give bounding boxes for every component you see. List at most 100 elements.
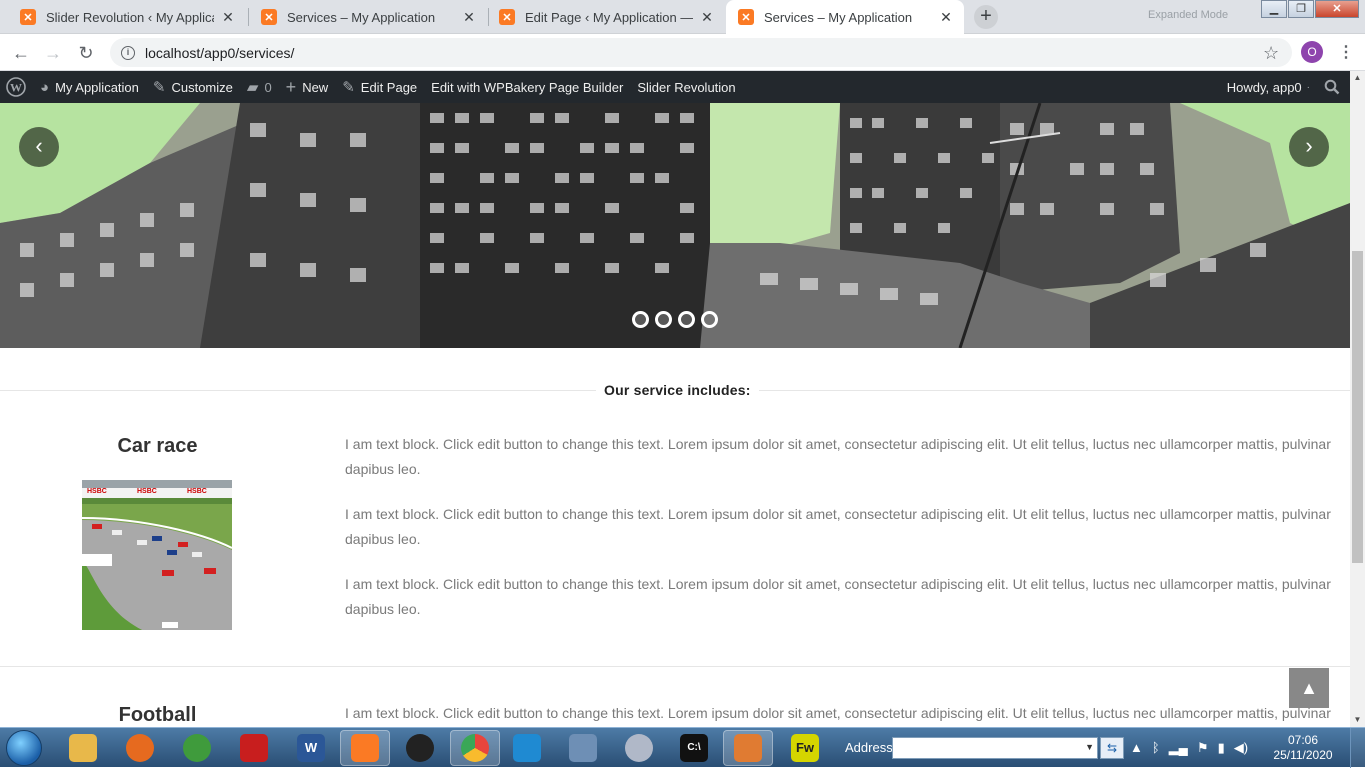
service-paragraph: I am text block. Click edit button to ch…	[345, 436, 1331, 477]
taskbar-acrobat[interactable]	[229, 730, 279, 766]
slider-revolution-link[interactable]: Slider Revolution	[630, 71, 742, 103]
slider-bullet[interactable]	[632, 311, 649, 328]
network-signal-icon[interactable]: ▂▄	[1169, 740, 1188, 756]
browser-tab-strip: ✕ Slider Revolution ‹ My Applicatio ✕ ✕ …	[0, 0, 1365, 34]
taskbar-xampp[interactable]	[340, 730, 390, 766]
tab-close-icon[interactable]: ✕	[220, 9, 236, 26]
taskbar-obs[interactable]	[395, 730, 445, 766]
taskbar-toolbox[interactable]	[723, 730, 773, 766]
browser-tab-services[interactable]: ✕ Services – My Application ✕	[249, 0, 487, 34]
customize-link[interactable]: ✎ Customize	[146, 71, 240, 103]
comments-link[interactable]: ▰ 0	[240, 71, 279, 103]
site-info-icon[interactable]: i	[121, 45, 135, 60]
taskbar-cmd[interactable]: C:\	[669, 730, 719, 766]
power-icon[interactable]: ▮	[1218, 740, 1225, 756]
profile-mode-label: Expanded Mode	[1148, 9, 1229, 21]
back-to-top-button[interactable]: ▲	[1289, 668, 1329, 708]
edit-page-link[interactable]: ✎ Edit Page	[335, 71, 424, 103]
service-paragraph: I am text block. Click edit button to ch…	[345, 506, 1331, 547]
comments-count: 0	[264, 79, 272, 95]
tab-title: Services – My Application	[764, 9, 913, 25]
tab-close-icon[interactable]: ✕	[938, 9, 954, 26]
address-url[interactable]: localhost/app0/services/	[145, 45, 294, 61]
tab-close-icon[interactable]: ✕	[461, 9, 477, 26]
word-icon: W	[297, 734, 325, 762]
address-toolbar-input[interactable]	[892, 737, 1098, 759]
clock-time: 07:06	[1287, 733, 1319, 747]
firefox-icon	[126, 734, 154, 762]
bluetooth-icon[interactable]: ᛒ	[1152, 740, 1160, 756]
xampp-favicon-icon: ✕	[20, 9, 36, 25]
window-close-button[interactable]: ✕	[1315, 0, 1359, 18]
car-race-image-banner: HSBC	[87, 488, 107, 495]
xampp-favicon-icon: ✕	[261, 9, 277, 25]
site-name-menu[interactable]: ◕ My Application	[33, 71, 146, 103]
start-button[interactable]	[6, 730, 42, 766]
slider-prev-arrow[interactable]: ‹	[19, 127, 59, 167]
taskbar-vscode[interactable]	[502, 730, 552, 766]
service-title-football: Football	[118, 704, 197, 726]
tab-title: Slider Revolution ‹ My Applicatio	[46, 9, 214, 25]
taskbar-android[interactable]	[172, 730, 222, 766]
slider-bullet[interactable]	[678, 311, 695, 328]
taskbar-explorer[interactable]	[58, 730, 108, 766]
file-manager-icon	[569, 734, 597, 762]
wp-admin-bar: W ◕ My Application ✎ Customize ▰ 0 + New…	[0, 71, 1350, 103]
wpbakery-link[interactable]: Edit with WPBakery Page Builder	[424, 71, 630, 103]
slider-bullet[interactable]	[655, 311, 672, 328]
new-label: New	[302, 79, 329, 95]
edit-page-label: Edit Page	[360, 79, 418, 95]
slider-bullet[interactable]	[701, 311, 718, 328]
taskbar-word[interactable]: W	[286, 730, 336, 766]
chrome-icon	[461, 734, 489, 762]
scroll-up-arrow-icon[interactable]: ▲	[1350, 71, 1365, 85]
acrobat-icon	[240, 734, 268, 762]
customize-label: Customize	[171, 79, 233, 95]
taskbar-chrome[interactable]	[450, 730, 500, 766]
obs-icon	[406, 734, 434, 762]
address-bar[interactable]: i localhost/app0/services/	[110, 38, 1292, 67]
browser-tab-services-active[interactable]: ✕ Services – My Application ✕	[726, 0, 964, 34]
window-controls: ▁ ❐ ✕	[1260, 0, 1359, 18]
bookmark-star-icon[interactable]: ☆	[1263, 43, 1279, 64]
address-toolbar-label: Address	[845, 740, 893, 755]
address-go-icon[interactable]: ⇆	[1100, 737, 1124, 759]
toolbox-icon	[734, 734, 762, 762]
scrollbar-thumb[interactable]	[1352, 251, 1363, 563]
profile-avatar[interactable]: O	[1301, 41, 1323, 63]
forward-arrow-icon[interactable]: →	[41, 41, 65, 65]
minimize-button[interactable]: ▁	[1261, 0, 1287, 18]
tray-expand-icon[interactable]: ▲	[1130, 740, 1143, 756]
admin-search-icon[interactable]	[1317, 71, 1342, 103]
tab-close-icon[interactable]: ✕	[699, 9, 715, 26]
maximize-button[interactable]: ❐	[1288, 0, 1314, 18]
volume-icon[interactable]: ◀)	[1234, 740, 1248, 756]
admin-bar-right: Howdy, app0 ·	[1220, 71, 1342, 103]
browser-tab-edit-page[interactable]: ✕ Edit Page ‹ My Application — Wo ✕	[487, 0, 725, 34]
tab-title: Edit Page ‹ My Application — Wo	[525, 9, 693, 25]
taskbar-firefox[interactable]	[115, 730, 165, 766]
back-arrow-icon[interactable]: ←	[9, 41, 33, 65]
wordpress-logo-icon[interactable]: W	[0, 71, 33, 103]
car-race-image-banner: HSBC	[137, 488, 157, 495]
new-content-menu[interactable]: + New	[279, 71, 336, 103]
slider-next-arrow[interactable]: ›	[1289, 127, 1329, 167]
scroll-down-arrow-icon[interactable]: ▼	[1350, 713, 1365, 727]
new-tab-button[interactable]: +	[974, 5, 998, 29]
clock-date: 25/11/2020	[1273, 748, 1333, 762]
browser-tab-slider-revolution[interactable]: ✕ Slider Revolution ‹ My Applicatio ✕	[8, 0, 246, 34]
section-title: Our service includes:	[596, 382, 759, 398]
web-tool-icon	[625, 734, 653, 762]
browser-menu-icon[interactable]: ⋮	[1338, 42, 1354, 62]
flag-icon[interactable]: ⚑	[1197, 740, 1209, 756]
show-desktop-button[interactable]	[1350, 728, 1365, 768]
service-divider	[0, 666, 1350, 667]
account-menu[interactable]: Howdy, app0 ·	[1220, 71, 1317, 103]
page-scrollbar[interactable]: ▲ ▼	[1350, 71, 1365, 727]
taskbar-fireworks[interactable]: Fw	[780, 730, 830, 766]
system-tray: ▲ ᛒ ▂▄ ⚑ ▮ ◀)	[1130, 740, 1257, 756]
taskbar-web-tool[interactable]	[614, 730, 664, 766]
reload-icon[interactable]: ↻	[74, 41, 98, 65]
taskbar-file-manager[interactable]	[558, 730, 608, 766]
taskbar-clock[interactable]: 07:06 25/11/2020	[1268, 733, 1338, 763]
